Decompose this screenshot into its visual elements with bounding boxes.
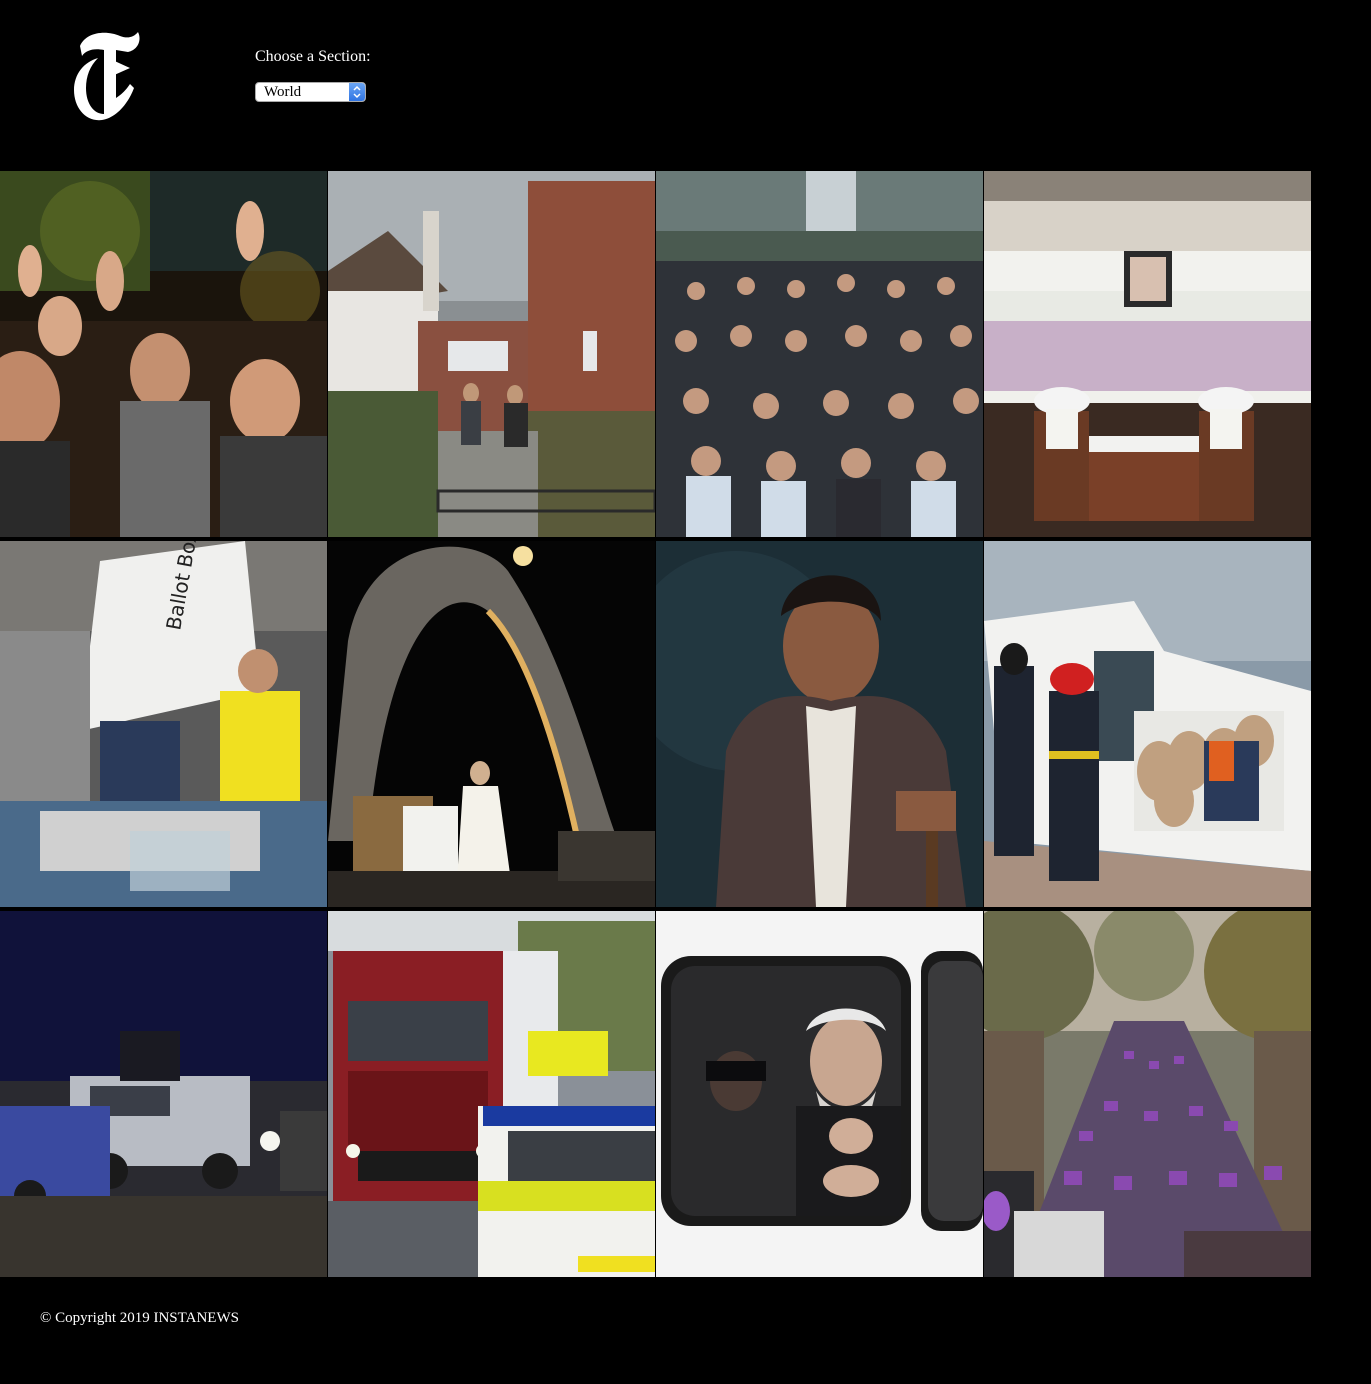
story-tile-3[interactable]: [656, 171, 983, 537]
man-in-police-van-window-photo: [656, 911, 983, 1277]
women-walking-from-brick-house-photo: [328, 171, 655, 537]
copyright-text: © Copyright 2019 INSTANEWS: [40, 1310, 239, 1326]
story-tile-5[interactable]: Ballot Box: [0, 541, 327, 907]
seated-man-portrait-photo: [656, 541, 983, 907]
story-tile-2[interactable]: [328, 171, 655, 537]
story-tile-11[interactable]: [656, 911, 983, 1277]
seated-crowd-by-fountain-photo: [656, 171, 983, 537]
pope-at-night-memorial-arch-photo: [328, 541, 655, 907]
truck-and-police-car-photo: [328, 911, 655, 1277]
firefighters-sheep-boat-photo: [984, 541, 1311, 907]
select-arrows-icon: [349, 83, 365, 101]
story-tile-7[interactable]: [656, 541, 983, 907]
hong-kong-celebrating-crowd-photo: [0, 171, 327, 537]
section-select[interactable]: World: [255, 82, 366, 102]
vehicles-at-night-photo: [0, 911, 327, 1277]
section-select-value: World: [264, 84, 302, 100]
story-tile-12[interactable]: [984, 911, 1311, 1277]
story-tile-4[interactable]: [984, 171, 1311, 537]
memorial-altar-flowers-photo: [984, 171, 1311, 537]
story-grid: Ballot Box: [0, 171, 1311, 1277]
story-tile-9[interactable]: [0, 911, 327, 1277]
street-march-purple-signs-photo: [984, 911, 1311, 1277]
ballot-box-counting-photo: Ballot Box: [0, 541, 327, 907]
story-tile-6[interactable]: [328, 541, 655, 907]
section-label: Choose a Section:: [255, 48, 371, 65]
story-tile-1[interactable]: [0, 171, 327, 537]
nyt-t-logo-icon: [72, 28, 144, 128]
story-tile-10[interactable]: [328, 911, 655, 1277]
story-tile-8[interactable]: [984, 541, 1311, 907]
